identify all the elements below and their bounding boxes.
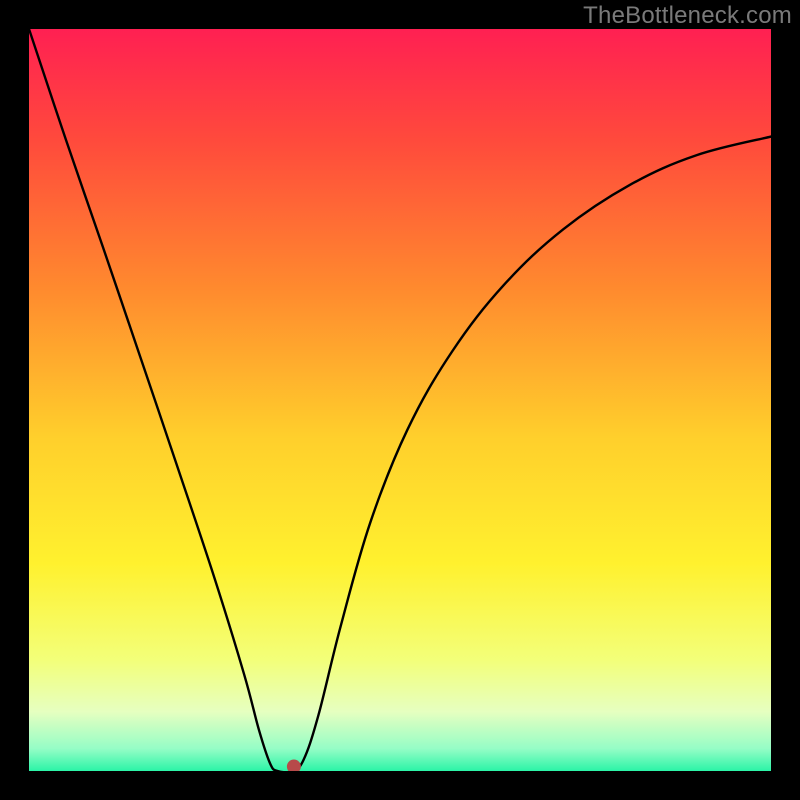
gradient-rect (29, 29, 771, 771)
chart-svg (29, 29, 771, 771)
chart-frame: TheBottleneck.com (0, 0, 800, 800)
watermark-text: TheBottleneck.com (583, 2, 792, 30)
plot-area (29, 29, 771, 771)
